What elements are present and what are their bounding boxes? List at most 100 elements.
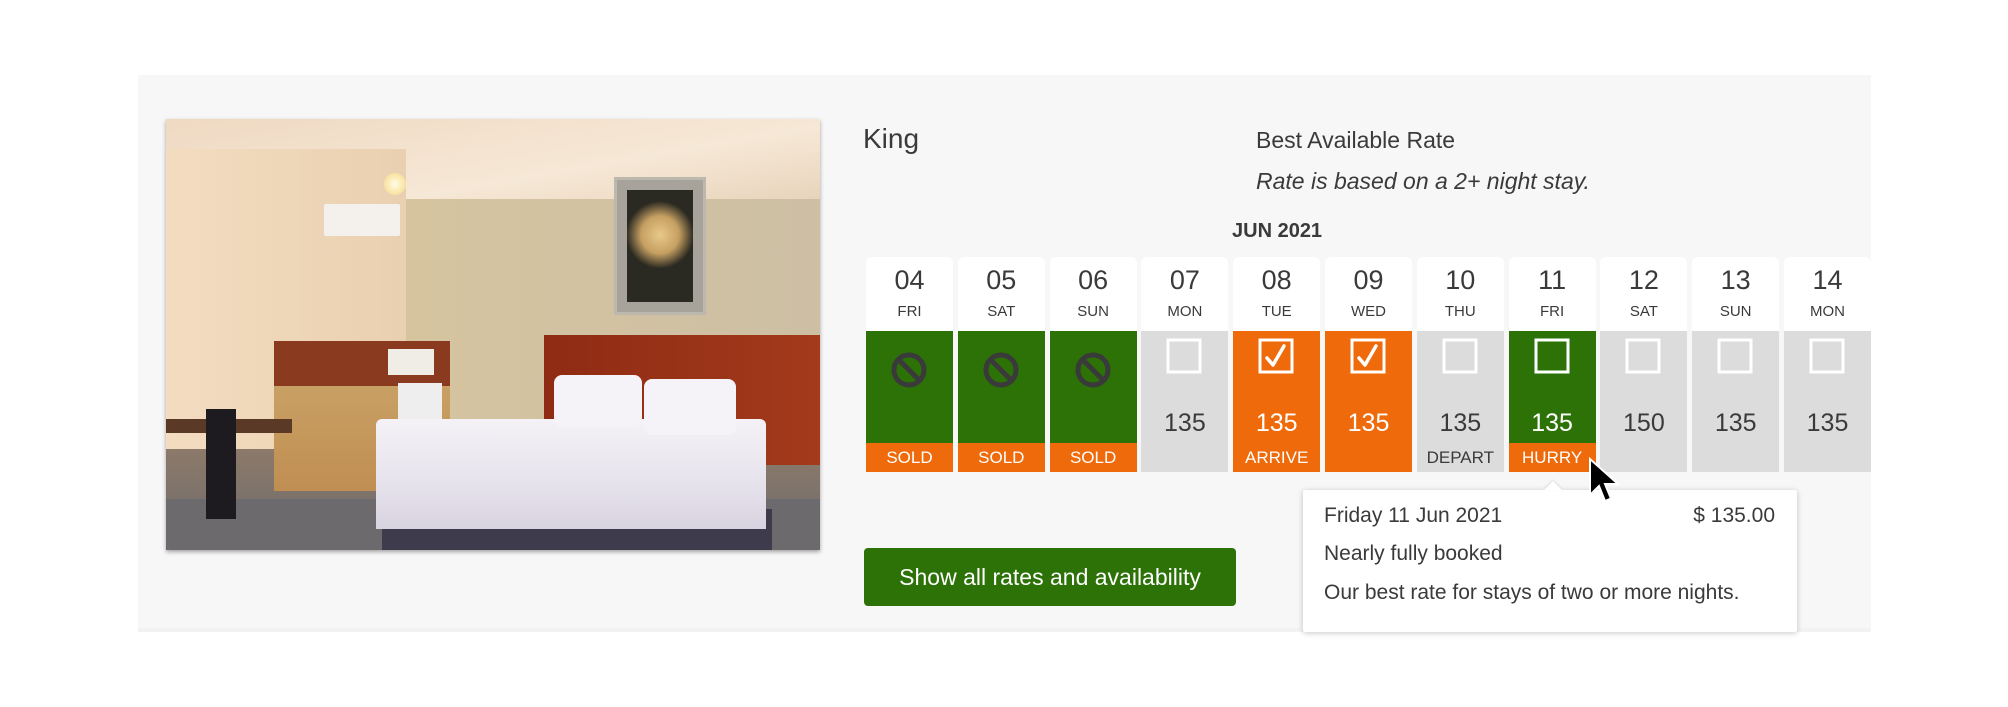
day-number: 10 — [1445, 265, 1476, 295]
day-number: 07 — [1169, 265, 1200, 295]
checkbox-empty-icon[interactable] — [1624, 337, 1662, 375]
mouse-cursor-icon — [1589, 457, 1621, 503]
day-availability-cell[interactable]: 135 — [1325, 331, 1412, 472]
day-number: 09 — [1353, 265, 1384, 295]
tooltip-date: Friday 11 Jun 2021 — [1324, 504, 1503, 527]
day-number: 14 — [1812, 265, 1843, 295]
day-availability-cell[interactable]: 135 — [1141, 331, 1229, 472]
day-of-week: SUN — [1077, 303, 1109, 320]
show-all-rates-button[interactable]: Show all rates and availability — [864, 548, 1236, 606]
day-availability-cell[interactable]: 135 ARRIVE — [1233, 331, 1321, 472]
tooltip-price: $ 135.00 — [1693, 504, 1775, 527]
tooltip-arrow — [1544, 481, 1562, 490]
day-of-week: SUN — [1719, 303, 1752, 320]
calendar-day[interactable]: 08 TUE 135 ARRIVE — [1233, 257, 1321, 472]
day-of-week: FRI — [897, 303, 922, 320]
day-of-week: THU — [1444, 303, 1476, 320]
day-number: 11 — [1538, 265, 1567, 295]
calendar-day[interactable]: 05 SAT SOLD — [957, 257, 1045, 472]
calendar-day[interactable]: 13 SUN 135 — [1692, 257, 1780, 472]
rate-name: Best Available Rate — [1256, 127, 1456, 153]
day-of-week: MON — [1810, 303, 1845, 320]
checkbox-empty-icon[interactable] — [1716, 337, 1754, 375]
calendar-day[interactable]: 04 FRI SOLD — [866, 257, 953, 472]
day-availability-cell[interactable]: SOLD — [957, 331, 1045, 472]
calendar-month-label: JUN 2021 — [1232, 220, 1323, 242]
day-tooltip: Friday 11 Jun 2021 $ 135.00 Nearly fully… — [1303, 481, 1797, 632]
day-price: 135 — [1439, 409, 1482, 437]
day-number: 06 — [1078, 265, 1109, 295]
day-number: 04 — [894, 265, 925, 295]
day-price: 135 — [1255, 409, 1298, 437]
day-header: 04 FRI — [866, 257, 953, 331]
availability-calendar: 04 FRI SOLD 05 SAT SOLD 06 SUN SOLD 07 MON 135 08 TUE… — [866, 257, 1871, 472]
photo-pillow — [554, 375, 642, 427]
photo-microwave — [388, 349, 434, 375]
day-status-tag: HURRY — [1508, 443, 1596, 472]
day-price: 150 — [1623, 409, 1665, 437]
day-header: 11 FRI — [1508, 257, 1596, 331]
calendar-day[interactable]: 12 SAT 150 — [1600, 257, 1688, 472]
photo-painting — [614, 177, 706, 315]
day-header: 06 SUN — [1049, 257, 1137, 331]
day-of-week: SAT — [987, 303, 1016, 320]
tooltip-status: Nearly fully booked — [1324, 542, 1503, 565]
day-of-week: MON — [1167, 303, 1203, 320]
day-number: 12 — [1628, 265, 1659, 295]
day-price: 135 — [1531, 409, 1573, 437]
day-number: 08 — [1261, 265, 1292, 295]
checkbox-checked-icon[interactable] — [1257, 337, 1295, 375]
room-title: King — [863, 123, 920, 154]
day-availability-cell[interactable]: SOLD — [1049, 331, 1137, 472]
no-entry-icon — [890, 351, 928, 389]
day-of-week: FRI — [1540, 303, 1565, 320]
tooltip-description: Our best rate for stays of two or more n… — [1324, 581, 1740, 604]
room-photo — [166, 119, 820, 550]
photo-pillow — [644, 379, 736, 435]
day-status-tag: DEPART — [1426, 448, 1494, 467]
day-header: 07 MON — [1141, 257, 1229, 331]
day-header: 09 WED — [1325, 257, 1412, 331]
day-availability-cell[interactable]: 150 — [1600, 331, 1688, 472]
day-availability-cell[interactable]: 135 HURRY — [1508, 331, 1596, 472]
calendar-day[interactable]: 06 SUN SOLD — [1049, 257, 1137, 472]
checkbox-empty-icon[interactable] — [1533, 337, 1571, 375]
checkbox-empty-icon[interactable] — [1165, 337, 1203, 375]
day-status-tag: ARRIVE — [1233, 443, 1321, 472]
day-number: 05 — [986, 265, 1017, 295]
calendar-day[interactable]: 14 MON 135 — [1784, 257, 1871, 472]
day-of-week: WED — [1351, 303, 1386, 320]
checkbox-empty-icon[interactable] — [1808, 337, 1846, 375]
photo-bed — [376, 419, 766, 529]
day-availability-cell[interactable]: 135 — [1692, 331, 1780, 472]
calendar-day[interactable]: 09 WED 135 — [1325, 257, 1412, 472]
day-header: 05 SAT — [957, 257, 1045, 331]
calendar-day[interactable]: 10 THU 135 DEPART — [1416, 257, 1504, 472]
day-header: 14 MON — [1784, 257, 1871, 331]
rate-note: Rate is based on a 2+ night stay. — [1256, 168, 1590, 194]
day-of-week: SAT — [1629, 303, 1658, 320]
no-entry-icon — [1074, 351, 1112, 389]
photo-chair — [206, 409, 236, 519]
day-price: 135 — [1164, 409, 1206, 437]
day-status-tag: SOLD — [1049, 443, 1137, 472]
day-status-tag: SOLD — [957, 443, 1045, 472]
day-status-tag: SOLD — [866, 443, 953, 472]
calendar-day[interactable]: 11 FRI 135 HURRY — [1508, 257, 1596, 472]
day-availability-cell[interactable]: 135 — [1784, 331, 1871, 472]
day-availability-cell[interactable]: 135 DEPART — [1416, 331, 1504, 472]
calendar-day[interactable]: 07 MON 135 — [1141, 257, 1229, 472]
no-entry-icon — [982, 351, 1020, 389]
checkbox-empty-icon[interactable] — [1441, 337, 1479, 375]
day-header: 13 SUN — [1692, 257, 1780, 331]
day-header: 12 SAT — [1600, 257, 1688, 331]
day-price: 135 — [1347, 409, 1390, 437]
checkbox-checked-icon[interactable] — [1349, 337, 1387, 375]
photo-light — [384, 173, 406, 195]
day-availability-cell[interactable]: SOLD — [866, 331, 953, 472]
photo-air-conditioner — [324, 204, 400, 236]
day-number: 13 — [1720, 265, 1751, 295]
day-header: 08 TUE — [1233, 257, 1321, 331]
day-of-week: TUE — [1261, 303, 1292, 320]
day-price: 135 — [1714, 409, 1757, 437]
